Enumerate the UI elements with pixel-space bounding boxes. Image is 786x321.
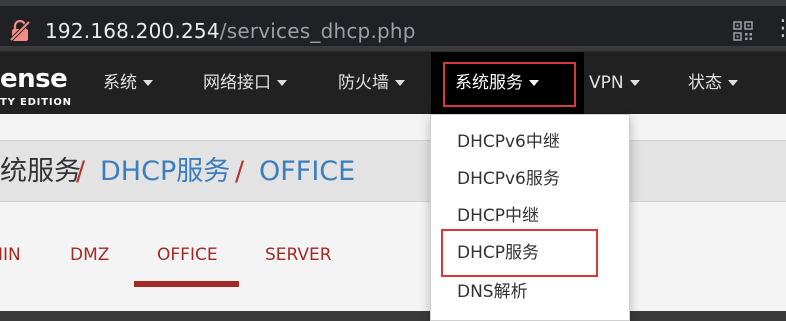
interface-tabs: IIN DMZ OFFICE SERVER (0, 226, 786, 288)
nav-item-interfaces[interactable]: 网络接口 (203, 52, 287, 114)
browser-address-bar: 192.168.200.254/services_dhcp.php ⋮ (0, 0, 786, 52)
qr-code-icon[interactable] (733, 21, 753, 41)
caret-down-icon (728, 80, 738, 86)
nav-item-label: 网络接口 (203, 73, 271, 93)
caret-down-icon (395, 80, 405, 86)
caret-down-icon (143, 80, 153, 86)
menu-item-dhcpv6-server[interactable]: DHCPv6服务 (457, 168, 560, 190)
breadcrumb-separator: / (76, 156, 86, 187)
breadcrumb: 统服务 / DHCP服务 / OFFICE (0, 140, 786, 202)
breadcrumb-dhcp-link[interactable]: DHCP服务 (100, 155, 230, 189)
brand-logo-text: ense (0, 64, 68, 94)
caret-down-icon (277, 80, 287, 86)
nav-item-label: 防火墙 (338, 73, 389, 93)
not-secure-lock-icon[interactable] (9, 20, 31, 42)
tab-lan[interactable]: IIN (0, 244, 21, 266)
tab-dmz[interactable]: DMZ (70, 244, 109, 266)
caret-down-icon (629, 80, 640, 86)
brand-logo[interactable]: ense TY EDITION (0, 64, 80, 108)
tab-server[interactable]: SERVER (265, 244, 332, 266)
services-dropdown-menu: DHCPv6中继 DHCPv6服务 DHCP中继 DHCP服务 DNS解析 (430, 114, 630, 321)
nav-item-vpn[interactable]: VPN (589, 52, 640, 114)
nav-item-status[interactable]: 状态 (688, 52, 738, 114)
menu-item-dns-resolver[interactable]: DNS解析 (457, 281, 528, 303)
top-navbar: ense TY EDITION 系统 网络接口 防火墙 系统服务 VPN 状态 (0, 52, 786, 114)
breadcrumb-services: 统服务 (0, 156, 81, 187)
services-highlight-box (443, 62, 576, 107)
url-field[interactable]: 192.168.200.254/services_dhcp.php ⋮ (0, 6, 786, 46)
url-text[interactable]: 192.168.200.254/services_dhcp.php (45, 19, 416, 43)
content-panel-header (0, 311, 786, 321)
nav-item-label: 状态 (688, 73, 722, 93)
active-tab-indicator (134, 281, 239, 287)
brand-edition-text: TY EDITION (0, 97, 72, 108)
menu-item-dhcp-relay[interactable]: DHCP中继 (457, 205, 539, 227)
url-path: /services_dhcp.php (219, 19, 416, 43)
tab-office[interactable]: OFFICE (157, 244, 218, 266)
nav-item-label: 系统 (103, 73, 137, 93)
dhcp-server-highlight-box (441, 229, 598, 277)
url-host: 192.168.200.254 (45, 19, 220, 43)
breadcrumb-separator: / (235, 156, 245, 187)
nav-item-label: VPN (589, 73, 624, 93)
nav-item-system[interactable]: 系统 (103, 52, 153, 114)
breadcrumb-office-link[interactable]: OFFICE (259, 155, 355, 189)
nav-item-firewall[interactable]: 防火墙 (338, 52, 405, 114)
more-vert-icon[interactable]: ⋮ (772, 18, 786, 44)
menu-item-dhcpv6-relay[interactable]: DHCPv6中继 (457, 131, 560, 153)
